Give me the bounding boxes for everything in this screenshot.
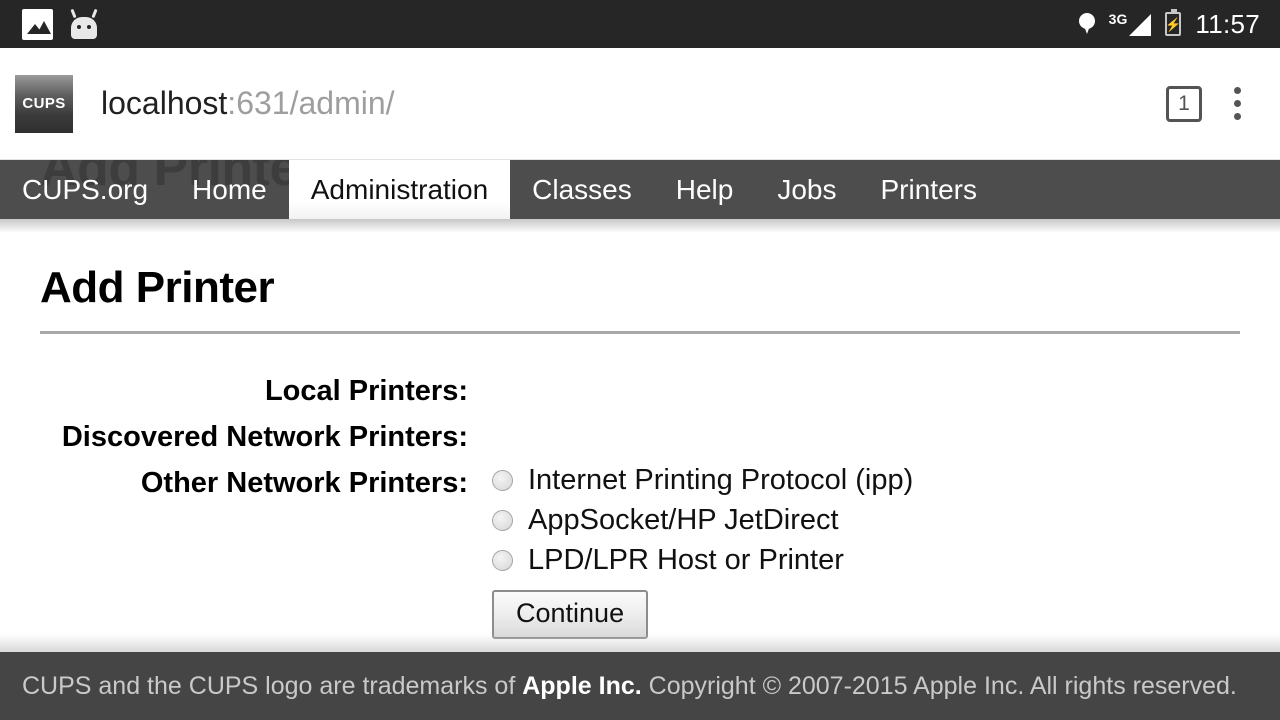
three-dot-menu-icon[interactable] — [1212, 74, 1262, 134]
form-row: Local Printers: — [0, 368, 1280, 414]
nav-item-help[interactable]: Help — [654, 160, 756, 219]
nav-item-printers[interactable]: Printers — [859, 160, 999, 219]
cups-web-page: Add Printer CUPS.orgHomeAdministrationCl… — [0, 160, 1280, 720]
navbar-shadow — [0, 219, 1280, 233]
status-bar-right-icons: 3G ⚡ 11:57 — [1078, 8, 1280, 40]
radio-label: AppSocket/HP JetDirect — [528, 503, 839, 536]
url-path: :631/admin/ — [227, 85, 395, 121]
nav-item-cups-org[interactable]: CUPS.org — [0, 160, 170, 219]
battery-bolt-glyph: ⚡ — [1165, 16, 1182, 32]
title-divider — [40, 331, 1240, 334]
apple-inc-link[interactable]: Apple Inc. — [522, 672, 641, 700]
android-status-bar: 3G ⚡ 11:57 — [0, 0, 1280, 48]
radio-label: Internet Printing Protocol (ipp) — [528, 463, 914, 496]
radio-button-socket[interactable] — [492, 509, 513, 531]
url-host: localhost — [101, 85, 228, 121]
signal-bars-icon: 3G — [1109, 12, 1152, 36]
browser-url-bar: CUPS localhost:631/admin/ 1 — [0, 48, 1280, 160]
nav-item-home[interactable]: Home — [170, 160, 289, 219]
form-label: Other Network Printers: — [140, 467, 468, 499]
form-row: Discovered Network Printers: — [0, 414, 1280, 460]
radio-button-lpd[interactable] — [492, 549, 513, 571]
tab-count-button[interactable]: 1 — [1166, 85, 1202, 122]
nav-item-classes[interactable]: Classes — [510, 160, 654, 219]
page-content: Add Printer Local Printers: Discovered Ne… — [0, 233, 1280, 639]
tab-count-label: 1 — [1178, 91, 1190, 115]
status-bar-left-icons — [0, 8, 101, 40]
url-field[interactable]: localhost:631/admin/ — [101, 85, 395, 122]
network-type-label: 3G — [1108, 11, 1128, 27]
radio-label: LPD/LPR Host or Printer — [528, 543, 844, 576]
android-head-icon — [67, 8, 101, 39]
add-printer-form: Local Printers: Discovered Network Printe… — [0, 368, 1280, 580]
form-field: Internet Printing Protocol (ipp) AppSocke… — [468, 460, 1280, 580]
form-label: Discovered Network Printers: — [61, 421, 468, 453]
battery-charging-icon: ⚡ — [1165, 9, 1182, 36]
footer-text-before: CUPS and the CUPS logo are trademarks of — [22, 671, 523, 700]
location-pin-icon — [1078, 13, 1095, 35]
radio-option-lpd[interactable]: LPD/LPR Host or Printer — [492, 540, 1280, 580]
nav-item-jobs[interactable]: Jobs — [755, 160, 858, 219]
form-label: Local Printers: — [264, 375, 468, 407]
page-title: Add Printer — [40, 263, 275, 312]
continue-button[interactable]: Continue — [492, 590, 649, 639]
status-bar-clock: 11:57 — [1195, 8, 1260, 39]
favicon-label: CUPS — [22, 95, 66, 112]
cups-navbar: CUPS.org Home Administration Classes Help Job… — [0, 160, 1280, 219]
radio-option-socket[interactable]: AppSocket/HP JetDirect — [492, 500, 1280, 540]
nav-item-administration[interactable]: Administration — [288, 160, 511, 219]
continue-row: Continue — [0, 590, 1280, 639]
gallery-icon — [22, 8, 53, 40]
footer-text: CUPS and the CUPS logo are trademarks of… — [0, 672, 1237, 701]
footer-text-after: Copyright © 2007-2015 Apple Inc. All rig… — [641, 671, 1237, 700]
page-footer: CUPS and the CUPS logo are trademarks of… — [0, 652, 1280, 720]
radio-button-ipp[interactable] — [492, 469, 513, 491]
form-row: Other Network Printers: Internet Printing… — [0, 460, 1280, 580]
cups-favicon: CUPS — [15, 74, 73, 133]
radio-option-ipp[interactable]: Internet Printing Protocol (ipp) — [492, 460, 1280, 500]
footer-fade — [0, 634, 1280, 652]
